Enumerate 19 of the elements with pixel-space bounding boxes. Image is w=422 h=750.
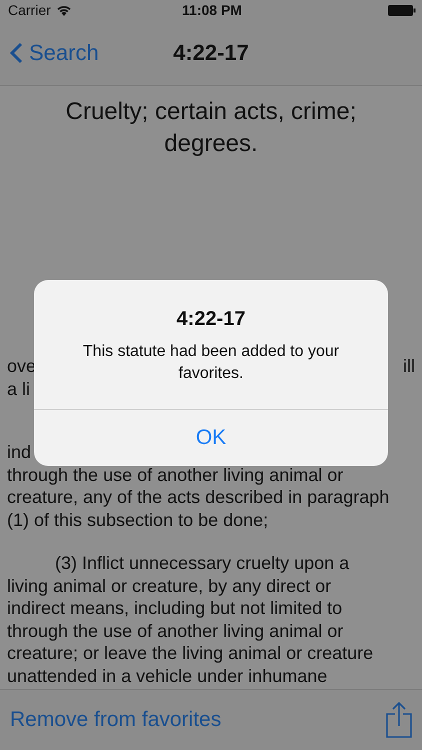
statute-paragraph: through the use of another living animal or creature, any of the acts described in paragraph (1) of this subsection to be done; bbox=[7, 464, 390, 531]
nav-title: 4:22-17 bbox=[173, 40, 249, 64]
statute-text: ind bbox=[7, 441, 32, 464]
back-button[interactable]: Search bbox=[0, 40, 99, 66]
statute-text: ill bbox=[403, 355, 415, 378]
battery-icon bbox=[388, 4, 416, 16]
statute-paragraph: (3) Inflict unnecessary cruelty upon a living animal or creature, by any direct or indirect means, including but not limited to through the use of another living animal or creature; or leave the living animal or creature unattended in a vehicle under inhumane bbox=[7, 552, 374, 687]
ok-button[interactable]: OK bbox=[34, 409, 388, 466]
alert-title: 4:22-17 bbox=[176, 308, 246, 331]
remove-favorite-button[interactable]: Remove from favorites bbox=[10, 708, 222, 732]
statute-title: Cruelty; certain acts, crime; degrees. bbox=[64, 97, 358, 159]
statute-text: a li bbox=[7, 378, 30, 400]
share-icon[interactable] bbox=[386, 702, 412, 738]
alert-message: This statute had been added to your favorites. bbox=[82, 342, 340, 384]
wifi-icon bbox=[56, 4, 72, 16]
status-time: 11:08 PM bbox=[182, 2, 242, 18]
carrier-label: Carrier bbox=[8, 2, 51, 18]
chevron-icon bbox=[10, 42, 23, 64]
statute-text: ove bbox=[7, 355, 36, 378]
